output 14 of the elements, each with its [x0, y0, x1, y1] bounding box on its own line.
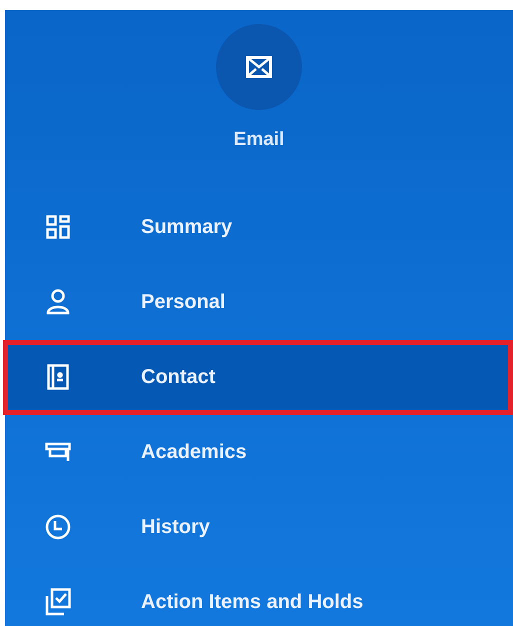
nav-item[interactable]: Personal: [5, 264, 513, 340]
email-label: Email: [234, 128, 284, 152]
checklist-icon: [45, 588, 71, 616]
envelope-icon: [246, 56, 272, 78]
nav-item[interactable]: Action Items and Holds: [5, 564, 513, 626]
contact-book-icon: [47, 364, 69, 390]
nav-item[interactable]: History: [5, 490, 513, 564]
grid-icon: [46, 215, 70, 239]
nav-item[interactable]: Academics: [5, 414, 513, 490]
person-icon: [46, 289, 70, 315]
graduation-cap-icon: [45, 441, 71, 463]
nav-item[interactable]: Contact: [3, 340, 513, 414]
clock-icon: [45, 514, 71, 540]
nav-item[interactable]: Summary: [5, 190, 513, 264]
